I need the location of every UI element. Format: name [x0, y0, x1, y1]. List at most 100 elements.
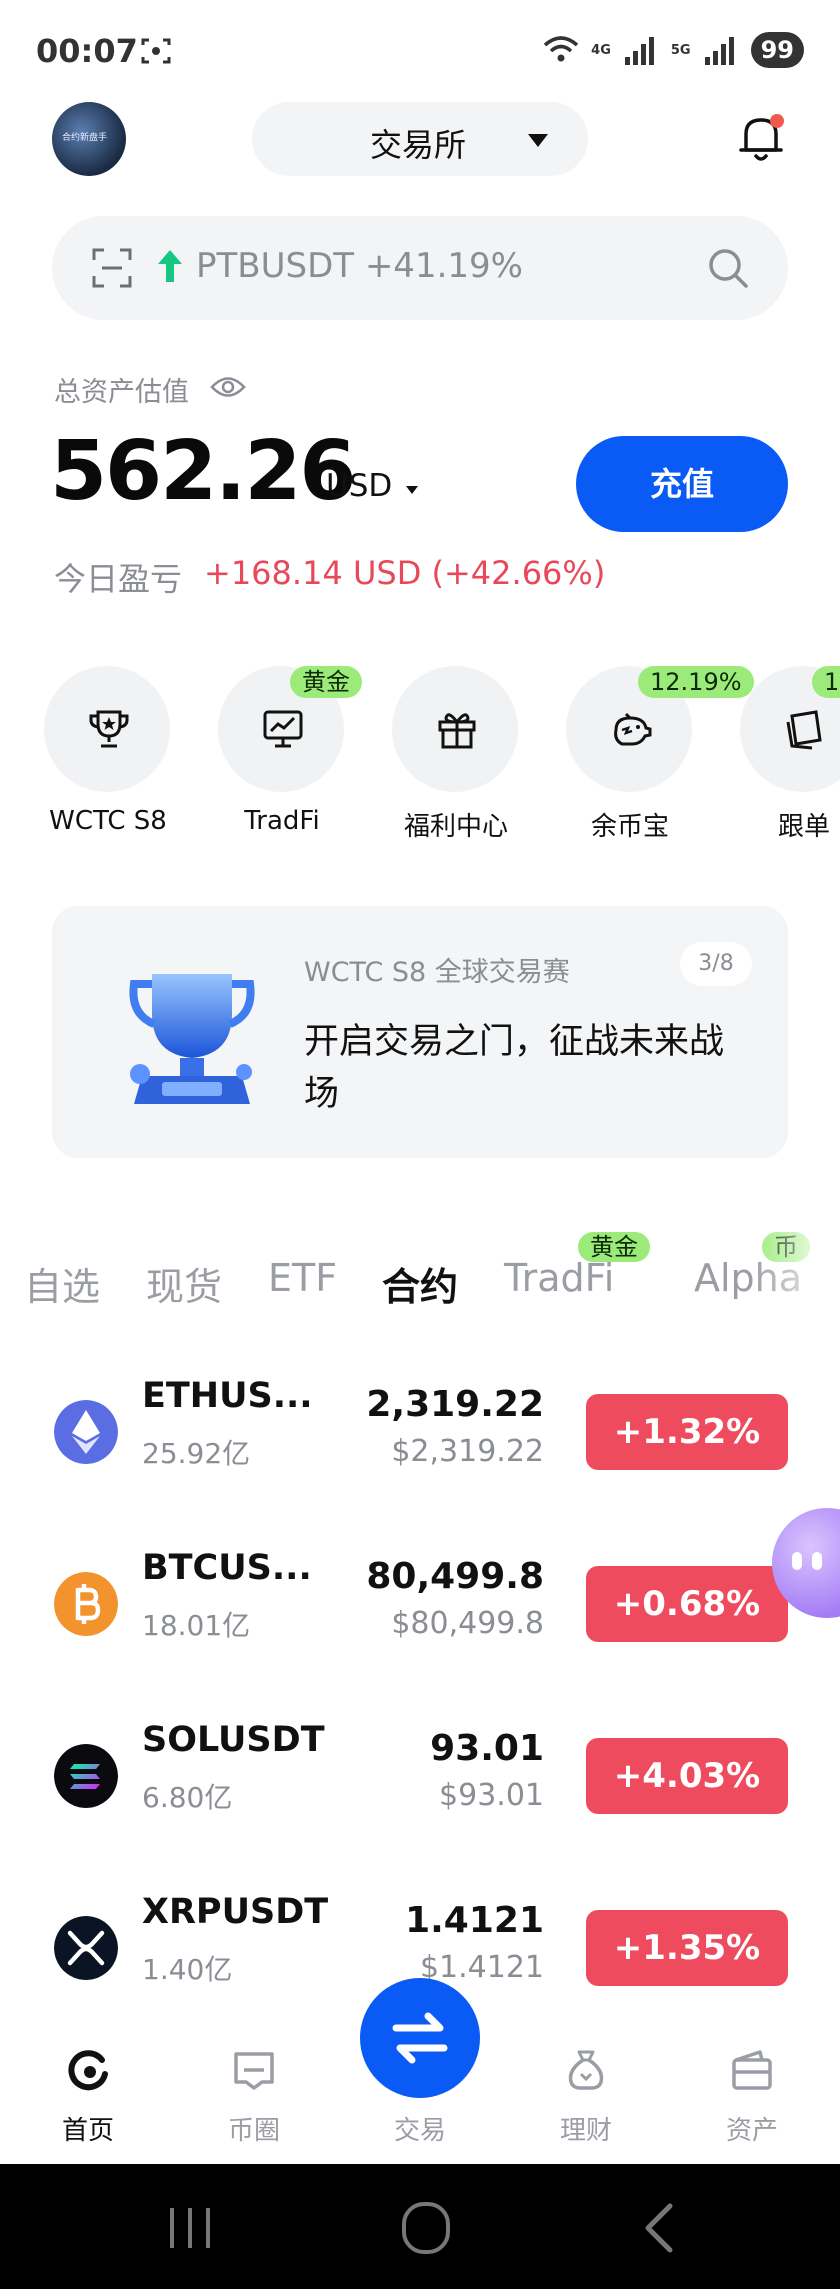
shortcut-label: TradFi	[244, 806, 320, 836]
shortcut-tradfi[interactable]: 黄金 TradFi	[196, 666, 372, 856]
shortcut-earn[interactable]: 12.19% 余币宝	[544, 666, 754, 856]
swap-icon	[392, 2012, 448, 2064]
tab-spot[interactable]: 现货	[146, 1256, 222, 1311]
shortcut-label: 福利中心	[403, 812, 508, 842]
market-row[interactable]: ETHUS... 25.92亿 2,319.22 $2,319.22 +1.32…	[0, 1340, 840, 1512]
market-row[interactable]: BTCUS... 18.01亿 80,499.8 $80,499.8 +0.68…	[0, 1512, 840, 1684]
copy-trade-icon	[786, 710, 822, 750]
coin-fiat-price: $1.4121	[419, 1950, 544, 1985]
coin-change-badge[interactable]: +1.32%	[586, 1394, 788, 1470]
search-trending-text: PTBUSDT +41.19%	[196, 246, 523, 286]
coin-change-badge[interactable]: +1.35%	[586, 1910, 788, 1986]
home-icon	[68, 2050, 108, 2091]
pnl-label: 今日盈亏	[54, 560, 183, 598]
shortcut-wctc[interactable]: WCTC S8	[22, 666, 198, 856]
status-time: 00:07	[36, 32, 138, 70]
trophy-icon	[89, 710, 129, 748]
gift-icon	[438, 713, 476, 749]
xrp-icon	[54, 1916, 118, 1980]
btc-icon	[54, 1572, 118, 1636]
shortcut-circle	[392, 666, 518, 792]
market-row[interactable]: SOLUSDT 6.80亿 93.01 $93.01 +4.03%	[0, 1684, 840, 1856]
shortcut-badge: 10	[812, 666, 840, 698]
coin-price: 1.4121	[405, 1900, 544, 1941]
wallet-icon	[732, 2050, 772, 2090]
wifi-icon	[544, 36, 579, 62]
avatar[interactable]: 合约新盘手	[52, 102, 126, 176]
tabs-fade	[750, 1232, 840, 1322]
screenshot-icon	[141, 38, 171, 64]
coin-fiat-price: $93.01	[439, 1778, 544, 1813]
tab-futures[interactable]: 合约	[382, 1256, 458, 1311]
chart-monitor-icon	[263, 710, 303, 748]
tab-etf[interactable]: ETF	[268, 1256, 337, 1300]
bubble-eye	[792, 1552, 802, 1570]
shortcut-badge: 黄金	[290, 666, 362, 698]
banner-subtitle: WCTC S8 全球交易赛	[304, 957, 570, 988]
coin-change-badge[interactable]: +0.68%	[586, 1566, 788, 1642]
coin-price: 93.01	[430, 1728, 544, 1769]
promo-banner[interactable]: WCTC S8 全球交易赛 开启交易之门，征战未来战场 3/8	[52, 906, 788, 1158]
coin-volume: 25.92亿	[142, 1437, 251, 1470]
coin-fiat-price: $80,499.8	[391, 1606, 544, 1641]
caret-down-icon	[406, 486, 418, 494]
exchange-switcher[interactable]: 交易所	[252, 102, 588, 176]
pnl-value: +168.14 USD (+42.66%)	[204, 554, 606, 592]
trade-button[interactable]	[360, 1978, 480, 2098]
coin-symbol: BTCUS...	[142, 1548, 312, 1588]
shortcut-welfare[interactable]: 福利中心	[370, 666, 546, 856]
coin-volume: 18.01亿	[142, 1609, 251, 1642]
network-label-4g: 4G	[591, 42, 611, 58]
total-assets-value: 562.26	[50, 424, 356, 519]
sol-icon	[54, 1744, 118, 1808]
shortcut-copy-trade[interactable]: 10 跟单	[718, 666, 840, 856]
avatar-text: 合约新盘手	[62, 133, 108, 143]
battery-level: 99	[750, 32, 804, 68]
currency-selector[interactable]: USD	[326, 468, 392, 504]
tab-tradfi[interactable]: TradFi	[504, 1256, 614, 1300]
network-label-5g: 5G	[670, 42, 691, 58]
message-board-icon	[234, 2052, 274, 2090]
nav-label: 资产	[725, 2116, 778, 2146]
home-button-icon[interactable]	[396, 2200, 456, 2256]
coin-change-badge[interactable]: +4.03%	[586, 1738, 788, 1814]
nav-label: 首页	[61, 2116, 114, 2146]
coin-volume: 6.80亿	[142, 1781, 233, 1814]
shortcut-label: 跟单	[777, 812, 830, 842]
coin-price: 2,319.22	[366, 1384, 544, 1425]
nav-label: 币圈	[227, 2116, 280, 2146]
status-bar: 00:07 4G 5G 99	[0, 0, 840, 100]
search-bar[interactable]: PTBUSDT +41.19%	[52, 216, 788, 320]
coin-volume: 1.40亿	[142, 1953, 233, 1986]
signal-icon	[624, 37, 654, 65]
total-assets-label: 总资产估值	[54, 377, 189, 408]
search-icon[interactable]	[706, 246, 750, 290]
shortcut-circle	[44, 666, 170, 792]
market-tabs: 自选 现货 ETF 合约 TradFi 黄金 Alpha 币	[0, 1232, 840, 1322]
shortcut-label: WCTC S8	[49, 806, 167, 836]
status-indicators: 4G 5G 99	[543, 30, 804, 70]
nav-label: 理财	[559, 2116, 612, 2146]
recent-apps-icon[interactable]	[160, 2200, 220, 2256]
system-nav-bar	[0, 2164, 840, 2289]
piggy-bank-icon	[614, 712, 652, 746]
bubble-eye	[812, 1552, 822, 1570]
back-icon[interactable]	[632, 2200, 692, 2256]
trend-up-icon	[158, 250, 182, 282]
coin-fiat-price: $2,319.22	[391, 1434, 544, 1469]
nav-finance[interactable]: 理财	[526, 2018, 646, 2164]
banner-title: 开启交易之门，征战未来战场	[304, 1022, 725, 1114]
nav-home[interactable]: 首页	[28, 2018, 148, 2164]
coin-symbol: XRPUSDT	[142, 1892, 329, 1932]
scan-icon[interactable]	[90, 246, 134, 290]
tab-favorites[interactable]: 自选	[24, 1256, 100, 1311]
deposit-button[interactable]: 充值	[576, 436, 788, 532]
nav-label: 交易	[393, 2116, 446, 2146]
eye-icon[interactable]	[210, 374, 246, 400]
caret-down-icon	[528, 134, 548, 147]
nav-community[interactable]: 币圈	[194, 2018, 314, 2164]
coin-price: 80,499.8	[366, 1556, 544, 1597]
trophy-banner-image	[129, 974, 255, 1104]
nav-assets[interactable]: 资产	[692, 2018, 812, 2164]
signal-icon-2	[704, 37, 734, 65]
